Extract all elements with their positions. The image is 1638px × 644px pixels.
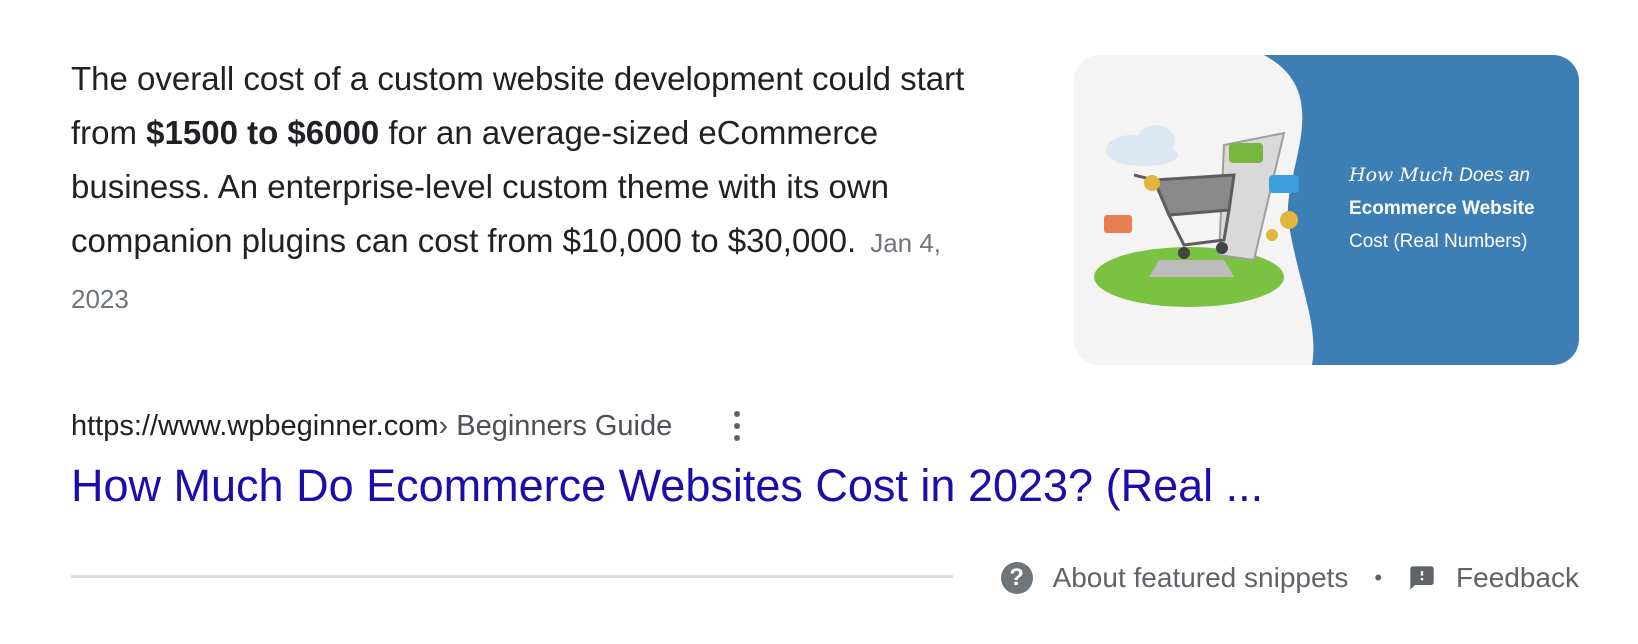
feedback-label: Feedback	[1456, 562, 1579, 593]
result-domain[interactable]: https://www.wpbeginner.com	[71, 410, 439, 443]
result-breadcrumb: › Beginners Guide	[438, 409, 673, 442]
thumbnail-caption: How Much Does an Ecommerce Website Cost …	[1349, 159, 1535, 258]
more-vert-icon[interactable]	[724, 406, 750, 446]
thumbnail-caption-line-3: Cost (Real Numbers)	[1349, 231, 1528, 252]
footer-divider	[71, 575, 953, 578]
help-circle-icon: ?	[1000, 562, 1033, 594]
feedback-link[interactable]: Feedback	[1408, 562, 1579, 594]
thumbnail-caption-rest: Does an	[1453, 165, 1530, 186]
about-featured-snippets-link[interactable]: ? About featured snippets	[1000, 562, 1349, 594]
featured-snippet-text: The overall cost of a custom website dev…	[71, 52, 1001, 326]
about-featured-snippets-label: About featured snippets	[1052, 562, 1349, 593]
footer-separator: •	[1374, 565, 1383, 590]
snippet-price-range: $1500 to $6000	[146, 114, 380, 151]
result-citation: https://www.wpbeginner.com › Beginners G…	[71, 406, 750, 446]
thumbnail-caption-line-1: How Much Does an	[1349, 159, 1535, 192]
thumbnail-caption-line-2: Ecommerce Website	[1349, 198, 1535, 219]
result-title-link[interactable]: How Much Do Ecommerce Websites Cost in 2…	[71, 458, 1263, 514]
snippet-footer: ? About featured snippets • Feedback	[1000, 558, 1579, 598]
snippet-thumbnail[interactable]: How Much Does an Ecommerce Website Cost …	[1074, 55, 1579, 365]
thumbnail-caption-emphasis: How Much	[1349, 164, 1454, 186]
feedback-icon	[1410, 566, 1434, 590]
